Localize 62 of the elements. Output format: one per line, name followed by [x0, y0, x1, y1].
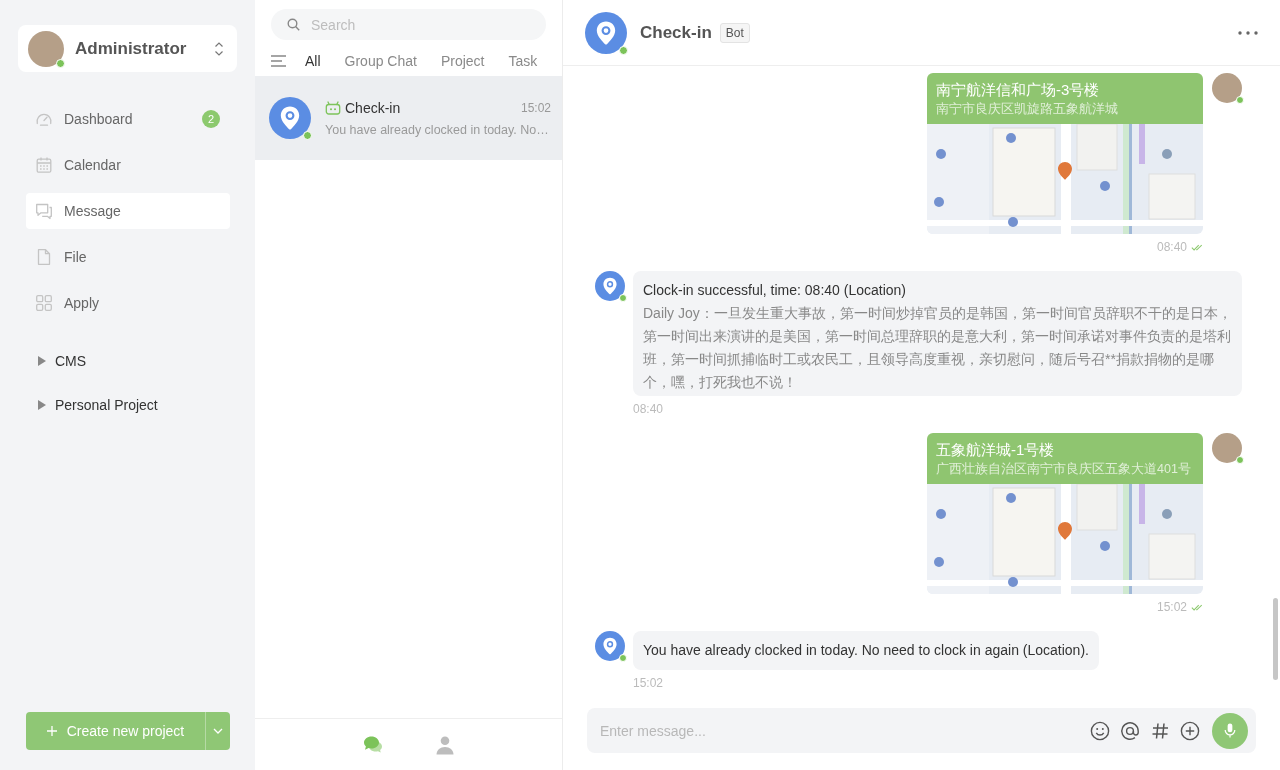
chat-title: Check-in: [640, 22, 712, 43]
nav-item[interactable]: Dashboard 2: [26, 101, 230, 137]
message-field[interactable]: Enter message...: [587, 708, 1256, 753]
topic-button[interactable]: [1150, 720, 1170, 741]
location-title: 五象航洋城-1号楼: [936, 440, 1056, 460]
conversation-time: 15:02: [520, 100, 551, 115]
count-badge: 2: [202, 110, 220, 128]
microphone-icon: [1223, 722, 1237, 739]
message-time: 15:02: [633, 676, 664, 690]
at-sign-icon: [1120, 720, 1140, 741]
conversation-name: Check-in: [345, 99, 401, 116]
speech-bubbles-icon: [35, 202, 53, 220]
search-input[interactable]: Search: [311, 14, 532, 35]
location-pin-avatar-icon: [585, 11, 627, 54]
caret-down-icon: [213, 728, 223, 734]
tree-item[interactable]: Personal Project: [26, 387, 230, 423]
filter-tab[interactable]: Project: [440, 53, 485, 69]
hash-icon: [1150, 720, 1170, 741]
chevron-up-down-icon[interactable]: [214, 40, 224, 57]
filter-tab[interactable]: Group Chat: [344, 53, 417, 69]
nav-item[interactable]: File: [26, 239, 230, 275]
location-pin-avatar-icon: [595, 631, 625, 661]
emoji-button[interactable]: [1090, 720, 1110, 741]
message-time: 08:40: [1156, 240, 1187, 254]
user-name: Administrator: [75, 38, 187, 59]
location-address: 南宁市良庆区凯旋路五象航洋城: [936, 101, 1119, 118]
search-field[interactable]: Search: [271, 9, 546, 40]
account-switcher[interactable]: Administrator: [18, 25, 237, 72]
location-title: 南宁航洋信和广场-3号楼: [936, 80, 1101, 100]
mention-button[interactable]: [1120, 720, 1140, 741]
message-time: 15:02: [1156, 600, 1187, 614]
file-icon: [35, 248, 53, 266]
filter-tab[interactable]: All: [305, 53, 321, 69]
user-avatar: [1212, 433, 1242, 463]
message-body-text: Daily Joy：一旦发生重大事故，第一时间炒掉官员的是韩国，第一时间官员辞职不干的是日本，第一时间出来演讲的是美国，第一时间总理辞职的是意大利，第一时间承诺对事件负责的是塔利班，第一时间抓捕临时工或农民工，且领导高度重视，亲切慰问，随后号召**捐款捐物的是哪个，嘿，打死我也不说！: [643, 304, 1232, 392]
conversation-item[interactable]: Check-in 15:02 You have already clocked in today. No…: [255, 76, 562, 160]
plus-circle-icon: [1180, 720, 1200, 741]
message-preview: You have already clocked in today. No…: [325, 122, 550, 137]
scrollbar-thumb[interactable]: [1273, 598, 1278, 680]
location-address: 广西壮族自治区南宁市良庆区五象大道401号: [936, 461, 1192, 478]
message-time: 08:40: [633, 402, 664, 416]
calendar-icon: [35, 156, 53, 174]
tree-item[interactable]: CMS: [26, 343, 230, 379]
location-pin-avatar-icon: [269, 97, 311, 139]
search-icon: [287, 18, 300, 31]
message-text: You have already clocked in today. No need to clock in again (Location).: [643, 641, 1089, 660]
menu-icon[interactable]: [271, 55, 287, 67]
user-avatar: [28, 30, 64, 67]
nav-item[interactable]: Apply: [26, 285, 230, 321]
more-icon[interactable]: [1238, 30, 1258, 35]
smiley-icon: [1090, 720, 1110, 741]
message-text: Clock-in successful, time: 08:40 (Location): [643, 281, 907, 300]
add-button[interactable]: [1180, 720, 1200, 741]
location-pin-avatar-icon: [595, 271, 625, 301]
plus-icon: [46, 726, 57, 736]
nav-item[interactable]: Message: [26, 193, 230, 229]
message-input[interactable]: Enter message...: [600, 720, 1080, 741]
grid-icon: [35, 294, 53, 312]
nav-item[interactable]: Calendar: [26, 147, 230, 183]
user-avatar: [1212, 73, 1242, 103]
bot-tag: Bot: [719, 22, 750, 43]
filter-tab[interactable]: Task: [508, 53, 538, 69]
